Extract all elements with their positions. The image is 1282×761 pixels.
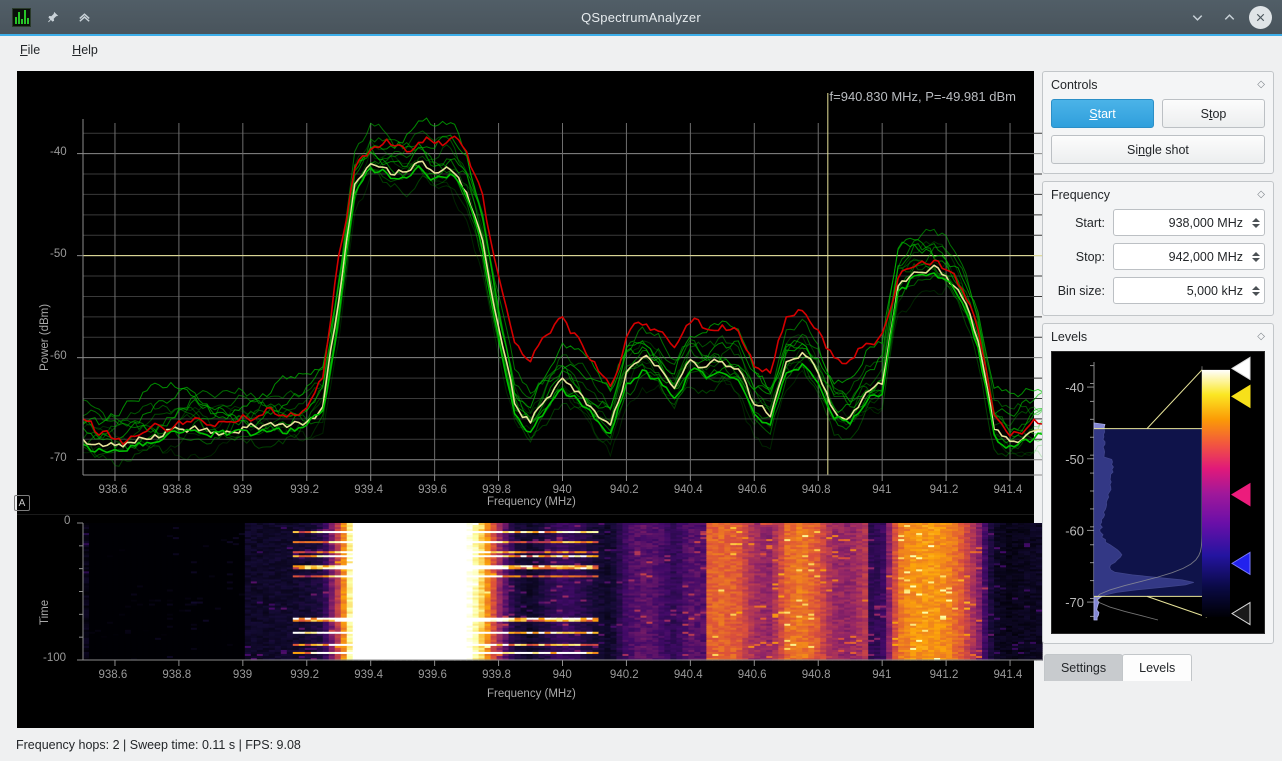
waterfall-x-tick: 941 — [872, 669, 891, 681]
levels-group-title: Levels — [1051, 330, 1265, 344]
float-handle-icon[interactable]: ◇ — [1257, 79, 1265, 90]
spectrum-x-tick: 939.2 — [290, 484, 319, 496]
waterfall-x-tick: 939.8 — [482, 669, 511, 681]
spectrum-x-tick: 940.8 — [802, 484, 831, 496]
spectrum-x-tick: 939.8 — [482, 484, 511, 496]
start-frequency-label: Start: — [1051, 216, 1113, 230]
spectrum-x-tick: 940.6 — [738, 484, 767, 496]
start-frequency-input[interactable]: 938,000 MHz — [1113, 209, 1265, 236]
spectrum-y-tick: -50 — [50, 248, 67, 260]
menu-file[interactable]: File — [14, 40, 46, 60]
start-button[interactable]: Start — [1051, 99, 1154, 128]
waterfall-x-tick: 940.6 — [738, 669, 767, 681]
waterfall-y-tick: -100 — [43, 652, 66, 664]
waterfall-x-tick: 938.8 — [162, 669, 191, 681]
waterfall-x-tick: 940.2 — [610, 669, 639, 681]
title-bar: QSpectrumAnalyzer — [0, 0, 1282, 36]
spectrum-x-tick: 938.6 — [98, 484, 127, 496]
waterfall-y-tick: 0 — [64, 515, 70, 527]
pin-icon[interactable] — [41, 6, 63, 28]
spectrum-x-tick: 939 — [233, 484, 252, 496]
main-body: f=940.830 MHz, P=-49.981 dBm Power (dBm)… — [0, 63, 1282, 728]
menu-bar: File Help — [0, 36, 1282, 63]
waterfall-plot[interactable]: Time Frequency (MHz) 0-100938.6938.89399… — [17, 514, 1034, 709]
spectrum-x-tick: 939.6 — [418, 484, 447, 496]
spectrum-y-tick: -40 — [50, 146, 67, 158]
levels-histogram[interactable]: -40-50-60-70 — [1051, 351, 1265, 634]
stop-frequency-stepper[interactable] — [1249, 252, 1262, 262]
spectrum-x-tick: 940.2 — [610, 484, 639, 496]
menu-help[interactable]: Help — [66, 40, 104, 60]
plots-container: f=940.830 MHz, P=-49.981 dBm Power (dBm)… — [17, 71, 1034, 728]
tab-settings[interactable]: Settings — [1044, 654, 1123, 681]
stop-frequency-label: Stop: — [1051, 250, 1113, 264]
bin-size-input[interactable]: 5,000 kHz — [1113, 277, 1265, 304]
float-handle-icon[interactable]: ◇ — [1257, 331, 1265, 342]
autoscale-button[interactable]: A — [14, 495, 30, 511]
single-shot-button[interactable]: Single shot — [1051, 135, 1265, 164]
spectrum-y-tick: -70 — [50, 452, 67, 464]
waterfall-x-tick: 940 — [553, 669, 572, 681]
stop-frequency-input[interactable]: 942,000 MHz — [1113, 243, 1265, 270]
window-title: QSpectrumAnalyzer — [0, 10, 1282, 25]
spectrum-x-tick: 940 — [553, 484, 572, 496]
status-bar: Frequency hops: 2 | Sweep time: 0.11 s |… — [0, 728, 1282, 761]
window-controls — [1185, 5, 1282, 29]
frequency-group: ◇ Frequency Start: 938,000 MHz Stop: 942… — [1042, 181, 1274, 316]
start-frequency-stepper[interactable] — [1249, 218, 1262, 228]
maximize-chevron-up-icon[interactable] — [1217, 5, 1241, 29]
waterfall-x-tick: 940.8 — [802, 669, 831, 681]
waterfall-x-tick: 939.2 — [290, 669, 319, 681]
bin-size-stepper[interactable] — [1249, 286, 1262, 296]
app-window: QSpectrumAnalyzer File Help f=940.830 MH… — [0, 0, 1282, 761]
levels-group: ◇ Levels -40-50-60-70 — [1042, 323, 1274, 644]
float-handle-icon[interactable]: ◇ — [1257, 189, 1265, 200]
spectrum-x-tick: 941.4 — [994, 484, 1023, 496]
stop-button[interactable]: Stop — [1162, 99, 1265, 128]
menu-file-label: ile — [28, 43, 41, 57]
start-frequency-row: Start: 938,000 MHz — [1051, 209, 1265, 236]
waterfall-x-tick: 939.4 — [354, 669, 383, 681]
waterfall-x-tick: 938.6 — [98, 669, 127, 681]
spectrum-icon — [12, 8, 31, 27]
start-frequency-value: 938,000 MHz — [1169, 216, 1249, 230]
bin-size-value: 5,000 kHz — [1187, 284, 1249, 298]
controls-group-title: Controls — [1051, 78, 1265, 92]
status-text: Frequency hops: 2 | Sweep time: 0.11 s |… — [16, 738, 301, 752]
spectrum-x-tick: 941.2 — [930, 484, 959, 496]
spectrum-canvas — [17, 71, 1047, 514]
collapse-chevron-up-icon[interactable] — [73, 6, 95, 28]
minimize-chevron-down-icon[interactable] — [1185, 5, 1209, 29]
close-icon[interactable] — [1249, 6, 1272, 29]
controls-group: ◇ Controls Start Stop Single shot — [1042, 71, 1274, 174]
stop-frequency-value: 942,000 MHz — [1169, 250, 1249, 264]
title-bar-left-icons — [0, 6, 95, 28]
right-dock: ◇ Controls Start Stop Single shot ◇ Freq… — [1042, 71, 1274, 728]
frequency-group-title: Frequency — [1051, 188, 1265, 202]
spectrum-plot[interactable]: f=940.830 MHz, P=-49.981 dBm Power (dBm)… — [17, 71, 1034, 514]
menu-help-label: elp — [81, 43, 98, 57]
waterfall-x-tick: 940.4 — [674, 669, 703, 681]
spectrum-x-tick: 941 — [872, 484, 891, 496]
spectrum-x-tick: 940.4 — [674, 484, 703, 496]
waterfall-x-tick: 941.2 — [930, 669, 959, 681]
spectrum-x-tick: 938.8 — [162, 484, 191, 496]
bin-size-row: Bin size: 5,000 kHz — [1051, 277, 1265, 304]
dock-tabs: Settings Levels — [1042, 654, 1274, 681]
waterfall-x-tick: 941.4 — [994, 669, 1023, 681]
tab-levels[interactable]: Levels — [1122, 654, 1192, 681]
levels-canvas: -40-50-60-70 — [1052, 352, 1251, 633]
waterfall-x-tick: 939 — [233, 669, 252, 681]
stop-frequency-row: Stop: 942,000 MHz — [1051, 243, 1265, 270]
spectrum-y-tick: -60 — [50, 350, 67, 362]
spectrum-x-tick: 939.4 — [354, 484, 383, 496]
waterfall-x-tick: 939.6 — [418, 669, 447, 681]
bin-size-label: Bin size: — [1051, 284, 1113, 298]
